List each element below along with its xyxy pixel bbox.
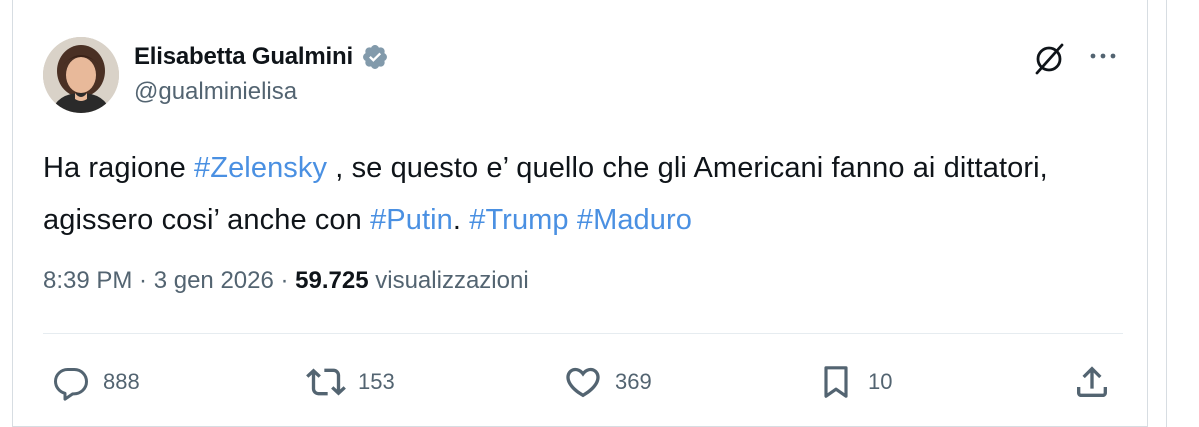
scroll-edge [1166,0,1199,427]
bookmark-count: 10 [868,369,893,394]
tweet-time[interactable]: 8:39 PM [43,267,132,294]
like-button[interactable]: 369 [563,362,652,402]
views-count: 59.725 [295,267,369,294]
author-name[interactable]: Elisabetta Gualmini [134,43,353,71]
verified-badge-icon[interactable] [361,43,389,71]
views-label: visualizzazioni [368,267,529,294]
text-part [569,204,577,236]
author-handle[interactable]: @gualminielisa [134,78,297,106]
share-icon [1072,362,1112,402]
divider [43,333,1123,334]
text-part: . [452,204,470,236]
meta-separator: · [273,267,296,294]
avatar[interactable] [43,37,119,113]
bookmark-button[interactable]: 10 [816,362,892,402]
hashtag-putin[interactable]: #Putin [370,204,453,236]
meta-separator: · [132,267,154,294]
reply-button[interactable]: 888 [51,362,140,402]
tweet-text: Ha ragione #Zelensky , se questo e’ quel… [43,142,1123,246]
author-name-row: Elisabetta Gualmini [134,42,389,72]
hashtag-maduro[interactable]: #Maduro [577,204,692,236]
reply-icon [51,362,91,402]
tweet-date[interactable]: 3 gen 2026 [154,267,274,294]
grok-icon[interactable] [1029,42,1069,76]
text-part: Ha ragione [43,152,195,184]
retweet-button[interactable]: 153 [306,362,395,402]
hashtag-zelensky[interactable]: #Zelensky [194,152,327,184]
retweet-icon [306,362,346,402]
heart-icon [563,362,603,402]
bookmark-icon [816,362,856,402]
like-count: 369 [615,369,652,394]
tweet-meta: 8:39 PM · 3 gen 2026 · 59.725 visualizza… [43,267,529,295]
share-button[interactable] [1072,362,1112,402]
reply-count: 888 [103,369,140,394]
retweet-count: 153 [358,369,395,394]
hashtag-trump[interactable]: #Trump [469,204,568,236]
more-dots-icon[interactable] [1086,47,1120,65]
